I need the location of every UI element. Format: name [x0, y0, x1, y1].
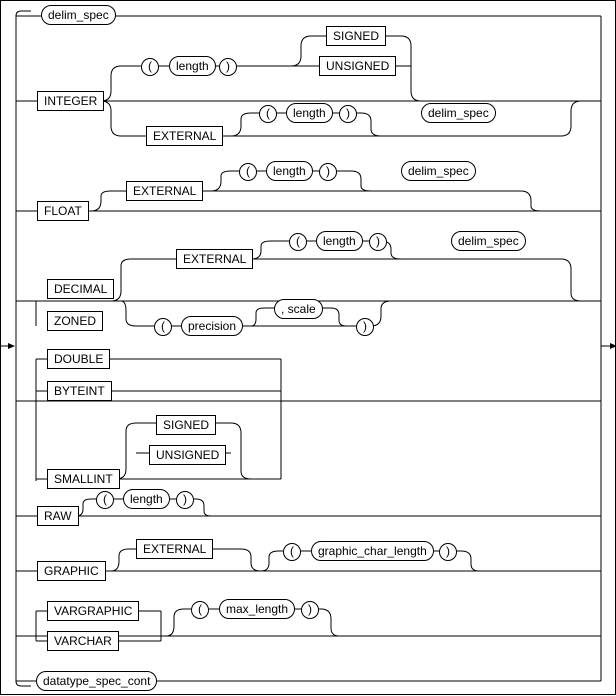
lparen: (	[259, 105, 277, 123]
rparen: )	[439, 543, 457, 561]
double-keyword: DOUBLE	[47, 349, 110, 369]
external-keyword: EXTERNAL	[136, 539, 213, 559]
datatype-spec-cont-exit: datatype_spec_cont	[36, 671, 157, 691]
signed-keyword: SIGNED	[326, 26, 386, 46]
delim-spec-entry: delim_spec	[41, 5, 116, 25]
float-keyword: FLOAT	[37, 201, 89, 221]
rparen: )	[356, 318, 374, 336]
syntax-diagram: delim_spec INTEGER ( length ) SIGNED UNS…	[0, 0, 616, 695]
delim-spec-token: delim_spec	[451, 231, 526, 251]
lparen: (	[289, 233, 307, 251]
max-length-token: max_length	[219, 599, 295, 619]
rparen: )	[319, 163, 337, 181]
rparen: )	[301, 601, 319, 619]
zoned-keyword: ZONED	[47, 311, 103, 331]
length-token: length	[266, 161, 313, 181]
length-token: length	[123, 489, 170, 509]
scale-token: , scale	[274, 299, 323, 319]
unsigned-keyword: UNSIGNED	[149, 445, 226, 465]
smallint-keyword: SMALLINT	[47, 469, 120, 489]
delim-spec-token: delim_spec	[421, 103, 496, 123]
lparen: (	[96, 491, 114, 509]
length-token: length	[169, 56, 216, 76]
varchar-keyword: VARCHAR	[47, 631, 119, 651]
unsigned-keyword: UNSIGNED	[319, 56, 396, 76]
lparen: (	[283, 543, 301, 561]
external-keyword: EXTERNAL	[146, 126, 223, 146]
precision-token: precision	[181, 316, 243, 336]
length-token: length	[316, 231, 363, 251]
graphic-char-length-token: graphic_char_length	[311, 541, 434, 561]
rparen: )	[219, 58, 237, 76]
lparen: (	[154, 318, 172, 336]
rparen: )	[176, 491, 194, 509]
external-keyword: EXTERNAL	[126, 181, 203, 201]
rparen: )	[369, 233, 387, 251]
lparen: (	[141, 58, 159, 76]
decimal-keyword: DECIMAL	[47, 279, 114, 299]
external-keyword: EXTERNAL	[176, 249, 253, 269]
delim-spec-token: delim_spec	[401, 161, 476, 181]
raw-keyword: RAW	[37, 506, 79, 526]
rparen: )	[339, 105, 357, 123]
integer-keyword: INTEGER	[37, 91, 104, 111]
signed-keyword: SIGNED	[156, 415, 216, 435]
length-token: length	[286, 103, 333, 123]
lparen: (	[239, 163, 257, 181]
byteint-keyword: BYTEINT	[47, 381, 112, 401]
vargraphic-keyword: VARGRAPHIC	[47, 601, 139, 621]
lparen: (	[191, 601, 209, 619]
graphic-keyword: GRAPHIC	[37, 561, 106, 581]
